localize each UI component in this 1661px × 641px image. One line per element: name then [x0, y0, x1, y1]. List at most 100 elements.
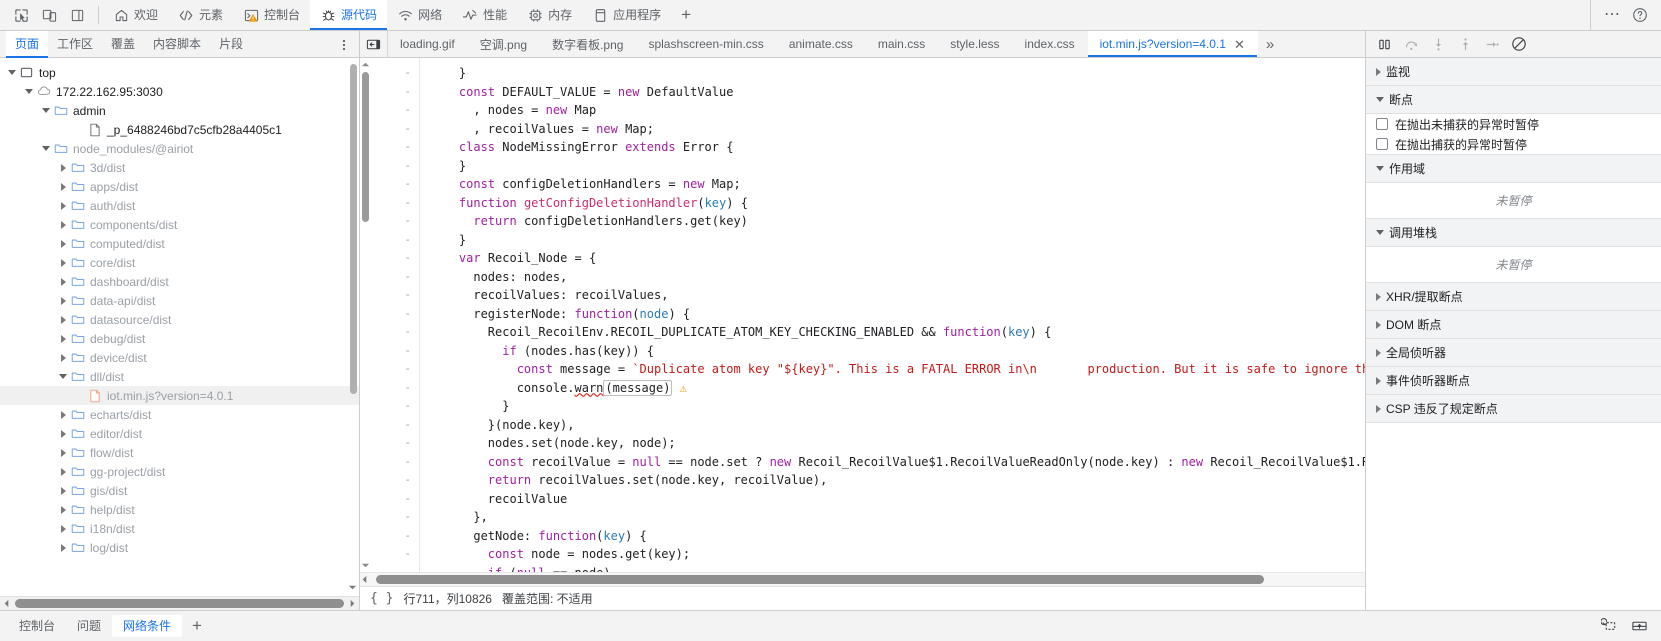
tree-item-apps-dist[interactable]: apps/dist	[0, 177, 359, 196]
navigator-scroll-down-icon[interactable]	[346, 581, 359, 594]
close-icon[interactable]: ✕	[1234, 38, 1245, 51]
tab-console[interactable]: 控制台	[233, 0, 310, 30]
file-tabs-overflow-icon[interactable]: »	[1258, 31, 1282, 57]
tree-item-core-dist[interactable]: core/dist	[0, 253, 359, 272]
more-options-icon[interactable]: ⋯	[1599, 2, 1625, 28]
gutter-marker[interactable]: -	[371, 323, 411, 342]
chevron-right-icon[interactable]	[57, 505, 69, 514]
tree-item-p-6488246bd7c5cfb28a4405c1[interactable]: _p_6488246bd7c5cfb28a4405c1	[0, 120, 359, 139]
tab-elements[interactable]: 元素	[168, 0, 233, 30]
debugger-section-breakpoints[interactable]: 断点	[1366, 86, 1661, 114]
gutter-marker[interactable]: -	[371, 490, 411, 509]
tree-item-dll-dist[interactable]: dll/dist	[0, 367, 359, 386]
chevron-right-icon[interactable]	[57, 524, 69, 533]
chevron-right-icon[interactable]	[57, 429, 69, 438]
drawer-tab-console[interactable]: 控制台	[8, 615, 66, 637]
gutter-marker[interactable]: -	[371, 83, 411, 102]
tree-item-auth-dist[interactable]: auth/dist	[0, 196, 359, 215]
chevron-down-icon[interactable]	[57, 374, 69, 379]
chevron-right-icon[interactable]	[57, 277, 69, 286]
nav-tab-snippets[interactable]: 片段	[210, 31, 252, 58]
tree-item-i18n-dist[interactable]: i18n/dist	[0, 519, 359, 538]
dock-side-icon[interactable]	[64, 2, 90, 28]
step-icon[interactable]	[1480, 33, 1504, 55]
tab-network[interactable]: 网络	[387, 0, 452, 30]
chevron-down-icon[interactable]	[40, 108, 52, 113]
file-tab-loading-gif[interactable]: loading.gif	[388, 31, 468, 57]
tree-item-data-api-dist[interactable]: data-api/dist	[0, 291, 359, 310]
tab-performance[interactable]: 性能	[452, 0, 517, 30]
pause-on-exceptions-toggle-icon[interactable]	[1372, 33, 1396, 55]
editor-horizontal-scrollbar[interactable]	[360, 572, 1365, 586]
editor-scroll-left-icon[interactable]	[360, 575, 376, 584]
file-tab-style-less[interactable]: style.less	[938, 31, 1012, 57]
tab-sources[interactable]: 源代码	[310, 0, 388, 30]
panel-collapse-icon[interactable]	[360, 31, 388, 57]
chevron-down-icon[interactable]	[40, 146, 52, 151]
gutter-marker[interactable]: -	[371, 231, 411, 250]
chevron-right-icon[interactable]	[57, 334, 69, 343]
file-tab-iot-min-js[interactable]: iot.min.js?version=4.0.1 ✕	[1087, 31, 1258, 57]
tree-item-gis-dist[interactable]: gis/dist	[0, 481, 359, 500]
pretty-print-button[interactable]: { }	[370, 591, 393, 606]
gutter-marker[interactable]: -	[371, 305, 411, 324]
file-tab-index-css[interactable]: index.css	[1013, 31, 1088, 57]
gutter-marker[interactable]: -	[371, 471, 411, 490]
chevron-right-icon[interactable]	[57, 353, 69, 362]
drawer-tab-network-conditions[interactable]: 网络条件	[112, 615, 183, 637]
gutter-marker[interactable]: -	[371, 453, 411, 472]
chevron-right-icon[interactable]	[57, 163, 69, 172]
dock-drawer-icon[interactable]	[1627, 615, 1651, 637]
drawer-tab-issues[interactable]: 问题	[66, 615, 112, 637]
tree-item-device-dist[interactable]: device/dist	[0, 348, 359, 367]
chevron-right-icon[interactable]	[57, 220, 69, 229]
nav-tab-overrides[interactable]: 覆盖	[102, 31, 144, 58]
gutter-marker[interactable]: -	[371, 64, 411, 83]
file-tree[interactable]: top 172.22.162.95:3030 admin _p_6488246bd7c…	[0, 58, 359, 596]
breakpoint-checkbox-row[interactable]: 在抛出捕获的异常时暂停	[1366, 134, 1661, 154]
scroll-left-icon[interactable]	[0, 599, 13, 608]
tab-memory[interactable]: 内存	[517, 0, 582, 30]
debugger-section-event-listener-breakpoints[interactable]: 事件侦听器断点	[1366, 367, 1661, 395]
nav-tab-page[interactable]: 页面	[6, 30, 49, 58]
chevron-right-icon[interactable]	[57, 258, 69, 267]
gutter-marker[interactable]: -	[371, 101, 411, 120]
gutter-marker[interactable]: -	[371, 342, 411, 361]
gutter-marker[interactable]: -	[371, 175, 411, 194]
tree-item-echarts-dist[interactable]: echarts/dist	[0, 405, 359, 424]
tree-item-log-dist[interactable]: log/dist	[0, 538, 359, 557]
chevron-right-icon[interactable]	[57, 239, 69, 248]
file-tab-main-css[interactable]: main.css	[866, 31, 938, 57]
tree-item-dashboard-dist[interactable]: dashboard/dist	[0, 272, 359, 291]
editor-hscroll-track[interactable]	[376, 575, 1365, 584]
gutter-marker[interactable]: -	[371, 157, 411, 176]
tree-item-admin[interactable]: admin	[0, 101, 359, 120]
gutter-marker[interactable]: -	[371, 120, 411, 139]
gutter-marker[interactable]: -	[371, 249, 411, 268]
gutter-marker[interactable]: -	[371, 527, 411, 546]
navigator-horizontal-scrollbar[interactable]	[0, 596, 359, 610]
chevron-right-icon[interactable]	[57, 315, 69, 324]
tree-item-172-22-162-95-3030[interactable]: 172.22.162.95:3030	[0, 82, 359, 101]
chevron-right-icon[interactable]	[57, 486, 69, 495]
gutter-marker[interactable]: -	[371, 545, 411, 564]
editor-vscroll-thumb[interactable]	[362, 72, 369, 222]
editor-scroll-up-icon[interactable]	[361, 60, 370, 69]
tree-item-help-dist[interactable]: help/dist	[0, 500, 359, 519]
drawer-add-tab-button[interactable]: +	[182, 616, 212, 636]
tree-item-debug-dist[interactable]: debug/dist	[0, 329, 359, 348]
tree-item-computed-dist[interactable]: computed/dist	[0, 234, 359, 253]
tree-item-iot-min-js-version-4-0-1[interactable]: iot.min.js?version=4.0.1	[0, 386, 359, 405]
breakpoint-checkbox-row[interactable]: 在抛出未捕获的异常时暂停	[1366, 114, 1661, 134]
tree-item-node-modules-airiot[interactable]: node_modules/@airiot	[0, 139, 359, 158]
file-tab-animate-css[interactable]: animate.css	[777, 31, 866, 57]
tree-item-components-dist[interactable]: components/dist	[0, 215, 359, 234]
code-content[interactable]: } const DEFAULT_VALUE = new DefaultValue…	[419, 58, 1365, 572]
gutter-marker[interactable]: -	[371, 138, 411, 157]
tree-item-top[interactable]: top	[0, 63, 359, 82]
editor-left-scrollbar[interactable]	[360, 58, 371, 572]
chevron-right-icon[interactable]	[57, 467, 69, 476]
debugger-section-dom-breakpoints[interactable]: DOM 断点	[1366, 311, 1661, 339]
hscroll-thumb[interactable]	[15, 599, 344, 608]
nav-tab-workspace[interactable]: 工作区	[48, 31, 102, 58]
